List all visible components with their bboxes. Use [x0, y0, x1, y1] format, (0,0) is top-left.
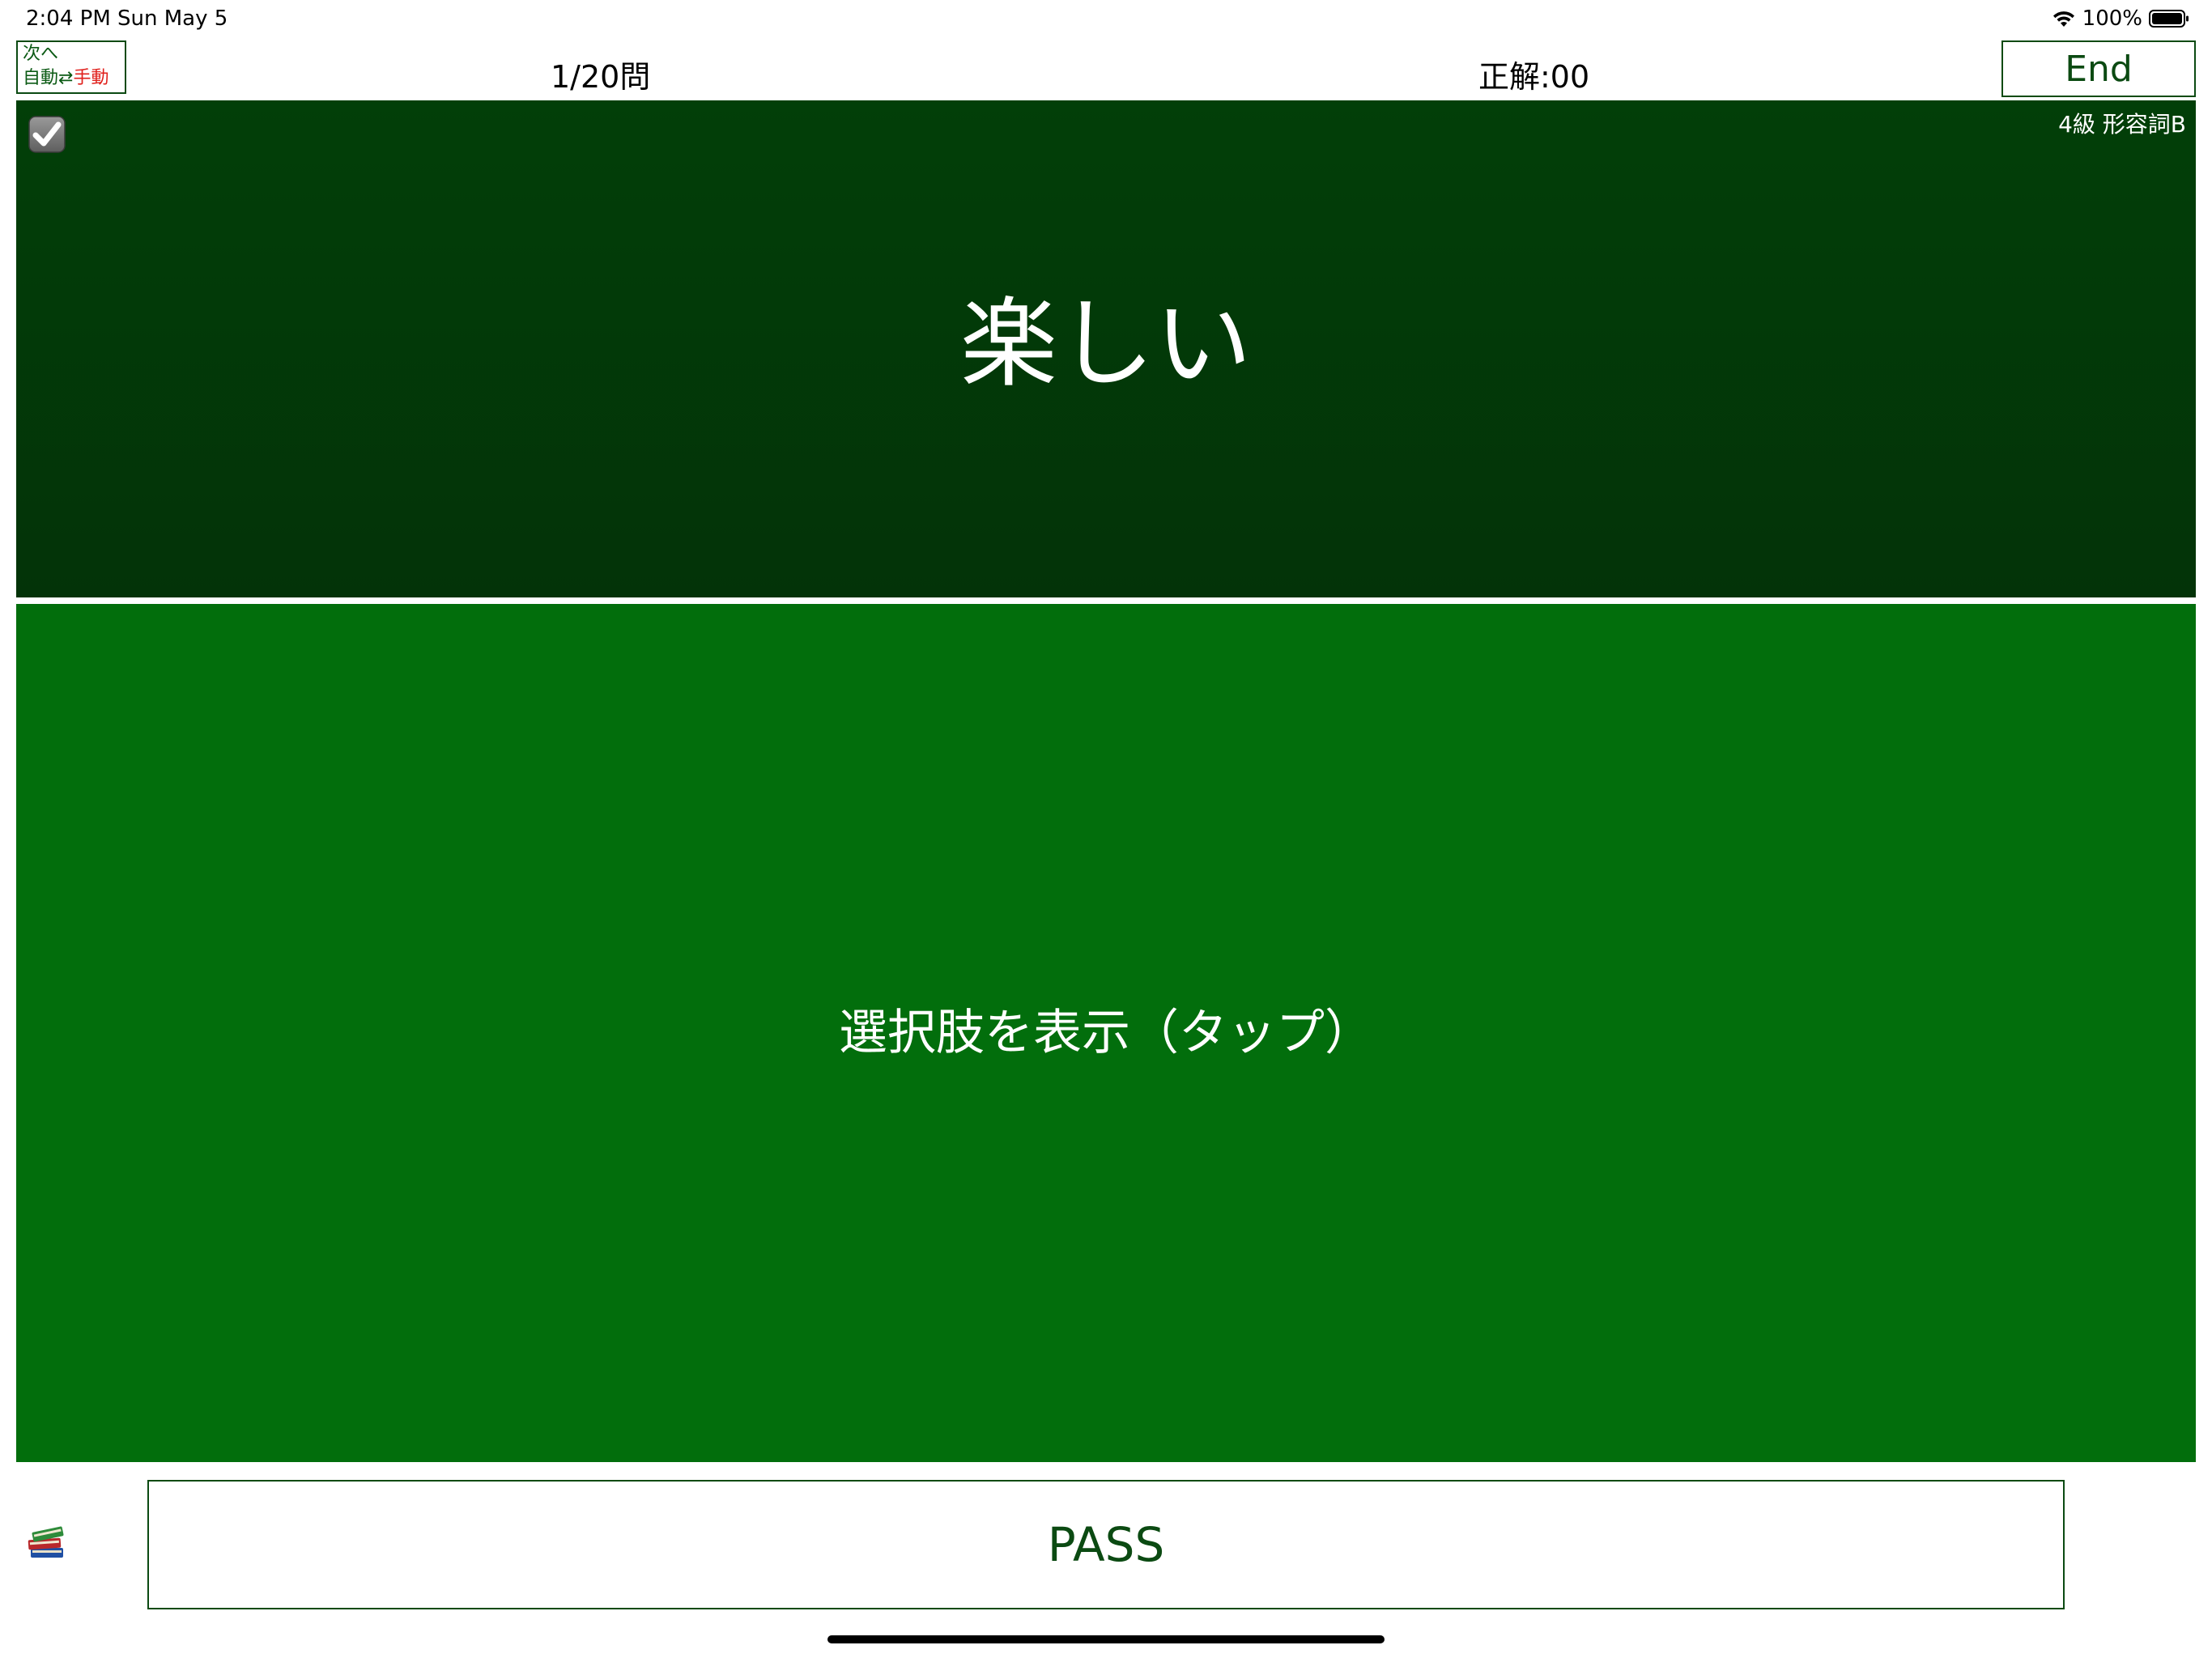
next-label: 次へ — [23, 44, 59, 64]
mode-manual-label: 手動 — [73, 68, 109, 88]
pass-button[interactable]: PASS — [147, 1480, 2065, 1609]
show-choices-label: 選択肢を表示（タップ） — [839, 1005, 1373, 1061]
status-time: 2:04 PM Sun May 5 — [26, 6, 228, 31]
swap-arrows-icon: ⇄ — [58, 68, 74, 88]
mode-toggle-label: 自動⇄手動 — [23, 66, 120, 91]
checkbox-checked-icon[interactable] — [28, 115, 66, 154]
question-word: 楽しい — [960, 288, 1252, 401]
question-counter: 1/20問 — [551, 59, 651, 95]
wifi-icon — [2052, 11, 2074, 27]
next-mode-toggle-button[interactable]: 次へ 自動⇄手動 — [16, 40, 126, 94]
battery-icon — [2149, 10, 2189, 28]
category-label: 4級 形容詞B — [2058, 111, 2186, 138]
books-icon[interactable] — [26, 1524, 68, 1562]
top-toolbar: 次へ 自動⇄手動 1/20問 正解:00 End — [0, 39, 2212, 99]
status-bar: 2:04 PM Sun May 5 100% — [0, 0, 2212, 39]
home-indicator[interactable] — [827, 1635, 1385, 1643]
status-indicators: 100% — [2052, 6, 2189, 31]
mode-auto-label: 自動 — [23, 68, 59, 88]
correct-count: 正解:00 — [1478, 59, 1590, 95]
question-panel: 4級 形容詞B 楽しい — [16, 100, 2196, 597]
battery-percent: 100% — [2082, 6, 2142, 31]
panel-divider — [16, 597, 2196, 604]
end-button[interactable]: End — [2001, 40, 2196, 97]
show-choices-panel[interactable]: 選択肢を表示（タップ） — [16, 604, 2196, 1462]
